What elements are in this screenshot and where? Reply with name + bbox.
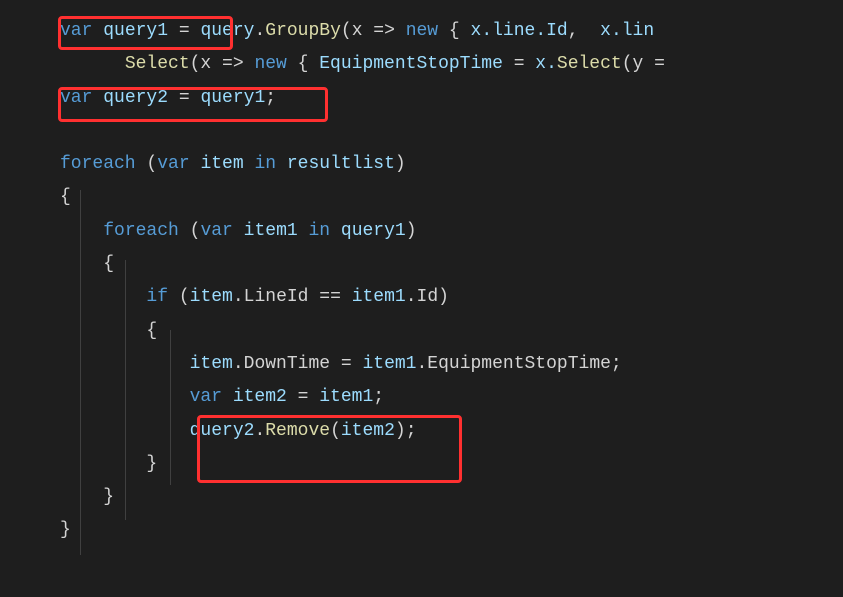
code-line-14: }: [60, 448, 843, 481]
code-line-10: {: [60, 315, 843, 348]
code-line-11: item.DownTime = item1.EquipmentStopTime;: [60, 348, 843, 381]
code-line-15: }: [60, 481, 843, 514]
code-line-8: {: [60, 248, 843, 281]
code-line-5: foreach (var item in resultlist): [60, 148, 843, 181]
keyword-var: var: [60, 21, 92, 41]
keyword-foreach: foreach: [60, 154, 136, 174]
code-line-1: var query1 = query.GroupBy(x => new { x.…: [60, 15, 843, 48]
ident-query2: query2: [103, 88, 168, 108]
keyword-if: if: [146, 287, 168, 307]
method-select: Select: [125, 54, 190, 74]
code-line-blank: [60, 115, 843, 148]
code-line-7: foreach (var item1 in query1): [60, 215, 843, 248]
code-line-13: query2.Remove(item2);: [60, 415, 843, 448]
code-line-12: var item2 = item1;: [60, 381, 843, 414]
method-groupby: GroupBy: [265, 21, 341, 41]
method-remove: Remove: [265, 421, 330, 441]
ident-query1: query1: [103, 21, 168, 41]
code-line-9: if (item.LineId == item1.Id): [60, 281, 843, 314]
code-line-16: }: [60, 514, 843, 547]
code-line-2: Select(x => new { EquipmentStopTime = x.…: [60, 48, 843, 81]
code-line-6: {: [60, 181, 843, 214]
code-line-3: var query2 = query1;: [60, 82, 843, 115]
